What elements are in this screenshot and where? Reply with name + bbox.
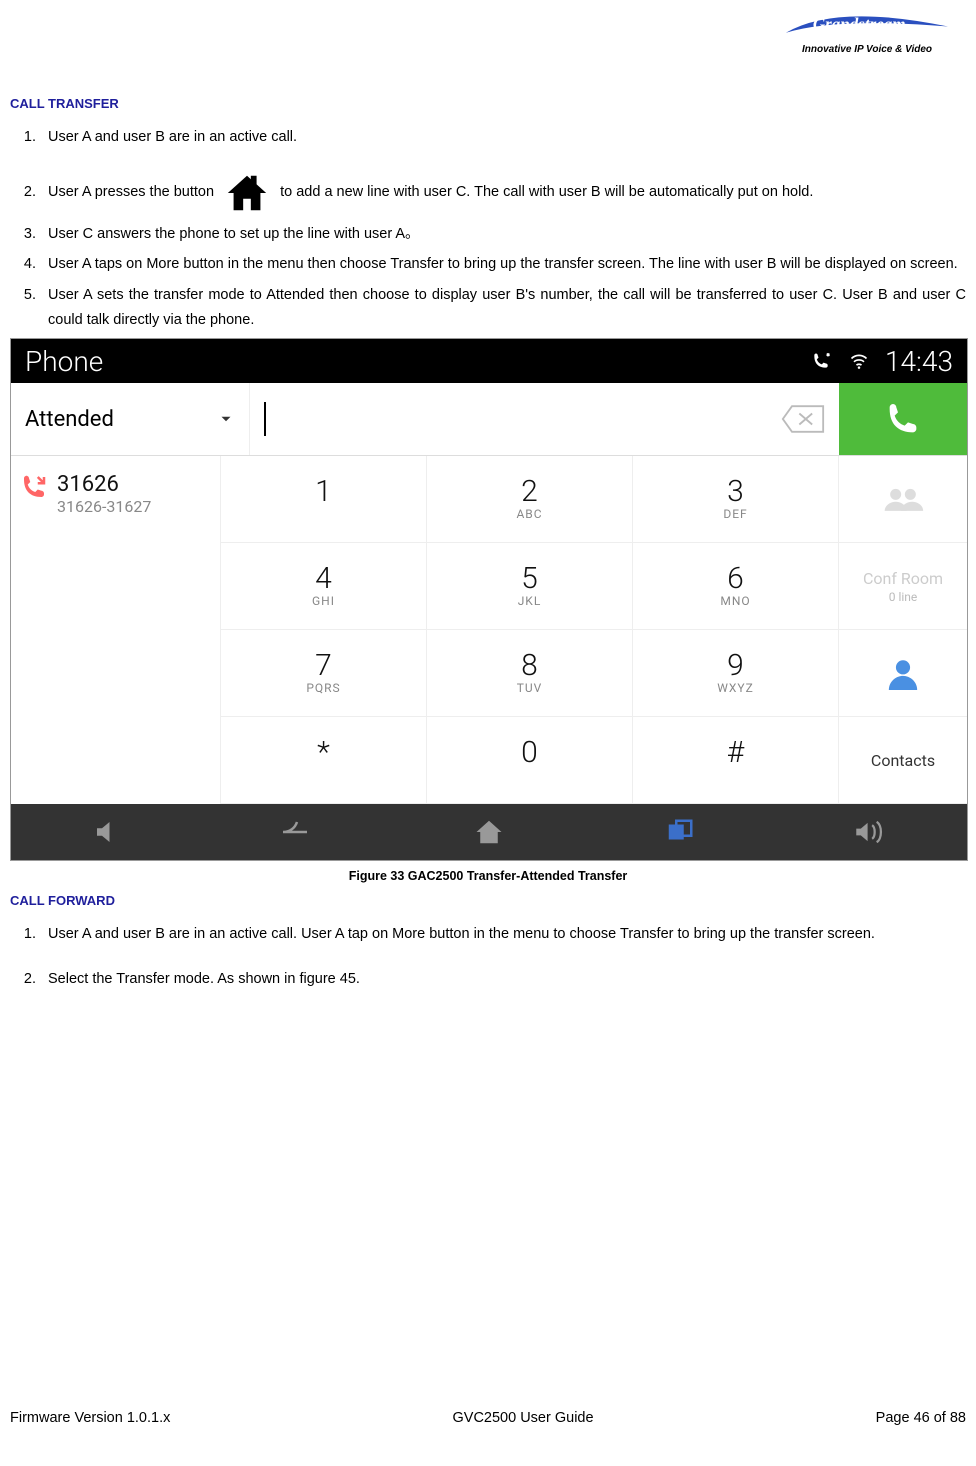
fwd-step-1: User A and user B are in an active call.…: [40, 922, 966, 947]
step-3: User C answers the phone to set up the l…: [40, 222, 966, 247]
brand-logo: Grandstream Innovative IP Voice & Video: [772, 8, 962, 55]
conf-room-sub: 0 line: [889, 590, 918, 604]
call-transfer-steps: User A and user B are in an active call.…: [10, 125, 966, 332]
phone-statusbar: Phone 14:43: [11, 339, 967, 383]
call-button[interactable]: [839, 383, 967, 455]
call-number: 31626: [57, 472, 151, 497]
wifi-icon: [847, 351, 871, 371]
nav-back[interactable]: [202, 804, 393, 860]
footer-firmware: Firmware Version 1.0.1.x: [10, 1410, 170, 1426]
missed-call-icon: [19, 472, 49, 502]
figure-phone-transfer: Phone 14:43 Attended: [10, 338, 966, 861]
nav-volume-up[interactable]: [776, 804, 967, 860]
contacts-icon-button[interactable]: [839, 630, 967, 717]
step-1: User A and user B are in an active call.: [40, 125, 966, 150]
conf-room-button[interactable]: Conf Room 0 line: [839, 543, 967, 630]
transfer-mode-label: Attended: [25, 407, 114, 432]
dialpad-key-#[interactable]: #: [633, 717, 839, 804]
dial-input[interactable]: [250, 383, 839, 455]
call-list-item[interactable]: 31626 31626-31627: [19, 466, 212, 516]
dialpad-key-3[interactable]: 3DEF: [633, 456, 839, 543]
page-footer: Firmware Version 1.0.1.x GVC2500 User Gu…: [10, 1410, 966, 1426]
step-2: User A presses the button to add a new l…: [40, 170, 966, 216]
dialpad-key-6[interactable]: 6MNO: [633, 543, 839, 630]
group-icon: [881, 484, 925, 514]
step-5: User A sets the transfer mode to Attende…: [40, 283, 966, 332]
step-4: User A taps on More button in the menu t…: [40, 252, 966, 277]
person-icon: [886, 656, 920, 690]
footer-page: Page 46 of 88: [876, 1410, 966, 1426]
nav-home[interactable]: [393, 804, 584, 860]
svg-text:Grandstream: Grandstream: [813, 15, 906, 34]
backspace-icon[interactable]: [781, 404, 825, 434]
fwd-step-2: Select the Transfer mode. As shown in fi…: [40, 967, 966, 992]
footer-title: GVC2500 User Guide: [453, 1410, 594, 1426]
heading-call-transfer: CALL TRANSFER: [10, 96, 966, 111]
dialpad: 12ABC3DEF 4GHI5JKL6MNO 7PQRS8TUV9WXYZ *0#: [221, 456, 839, 804]
statusbar-time: 14:43: [885, 345, 953, 378]
dialpad-key-4[interactable]: 4GHI: [221, 543, 427, 630]
dropdown-arrow-icon: [217, 410, 235, 428]
statusbar-right: 14:43: [809, 345, 953, 378]
conf-room-label: Conf Room: [863, 569, 943, 588]
phone-icon: [809, 351, 833, 371]
dialpad-key-5[interactable]: 5JKL: [427, 543, 633, 630]
call-range: 31626-31627: [57, 497, 151, 516]
home-icon: [224, 170, 270, 216]
call-forward-steps: User A and user B are in an active call.…: [10, 922, 966, 991]
dialpad-key-7[interactable]: 7PQRS: [221, 630, 427, 717]
statusbar-app-name: Phone: [25, 345, 103, 378]
brand-tagline: Innovative IP Voice & Video: [772, 44, 962, 55]
call-list: 31626 31626-31627: [11, 456, 221, 804]
dialpad-key-*[interactable]: *: [221, 717, 427, 804]
contacts-label: Contacts: [871, 751, 935, 770]
dialpad-key-2[interactable]: 2ABC: [427, 456, 633, 543]
dialpad-key-0[interactable]: 0: [427, 717, 633, 804]
input-cursor: [264, 402, 266, 436]
dialpad-key-1[interactable]: 1: [221, 456, 427, 543]
dialpad-key-8[interactable]: 8TUV: [427, 630, 633, 717]
heading-call-forward: CALL FORWARD: [10, 893, 966, 908]
dialpad-key-9[interactable]: 9WXYZ: [633, 630, 839, 717]
nav-volume-down[interactable]: [11, 804, 202, 860]
conference-button[interactable]: [839, 456, 967, 543]
nav-recent[interactable]: [585, 804, 776, 860]
contacts-button[interactable]: Contacts: [839, 717, 967, 804]
call-icon: [883, 399, 923, 439]
android-navbar: [11, 804, 967, 860]
figure-caption: Figure 33 GAC2500 Transfer-Attended Tran…: [10, 869, 966, 883]
transfer-mode-dropdown[interactable]: Attended: [11, 383, 250, 455]
